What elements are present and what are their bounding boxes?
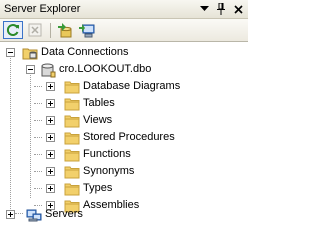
refresh-icon <box>7 24 19 36</box>
expand-types-toggle[interactable] <box>46 184 55 193</box>
tree-line <box>10 52 11 215</box>
tree-node-label: Tables <box>83 97 115 109</box>
tree-node-views[interactable]: Views <box>64 112 112 129</box>
collapse-data-connections-toggle[interactable] <box>6 48 15 57</box>
chevron-down-icon[interactable] <box>197 2 211 16</box>
expand-servers-toggle[interactable] <box>6 210 15 219</box>
tree-node-label: Stored Procedures <box>83 131 175 143</box>
tree-node-stored-procedures[interactable]: Stored Procedures <box>64 129 175 146</box>
tree-node-data-connections[interactable]: Data Connections <box>22 44 128 61</box>
servers-icon <box>26 209 42 221</box>
tree-node-types[interactable]: Types <box>64 180 112 197</box>
tree-line <box>34 171 42 172</box>
tree-node-connection[interactable]: cro.LOOKOUT.dbo <box>40 61 151 78</box>
tree-node-label: Functions <box>83 148 131 160</box>
title-bar: Server Explorer <box>0 0 248 19</box>
stop-refresh-button[interactable] <box>25 21 45 39</box>
tree-node-label: Synonyms <box>83 165 135 177</box>
folder-icon <box>64 132 80 144</box>
folder-icon <box>64 115 80 127</box>
expand-database-diagrams-toggle[interactable] <box>46 82 55 91</box>
tree-line <box>34 103 42 104</box>
connect-database-icon <box>58 23 72 38</box>
stop-icon <box>28 23 42 37</box>
expand-functions-toggle[interactable] <box>46 150 55 159</box>
tree-line <box>30 69 31 198</box>
data-connections-icon <box>22 48 38 59</box>
tree-node-synonyms[interactable]: Synonyms <box>64 163 134 180</box>
expand-synonyms-toggle[interactable] <box>46 167 55 176</box>
folder-icon <box>64 81 80 93</box>
window-title: Server Explorer <box>4 3 81 15</box>
tree-node-label: Assemblies <box>83 199 140 211</box>
connect-to-server-button[interactable] <box>77 21 97 39</box>
tree-node-label: Types <box>83 182 113 194</box>
tree-node-database-diagrams[interactable]: Database Diagrams <box>64 78 180 95</box>
refresh-button[interactable] <box>3 21 23 39</box>
database-connection-icon <box>41 63 56 77</box>
tree-node-servers[interactable]: Servers <box>26 206 83 223</box>
tree-line <box>34 137 42 138</box>
folder-icon <box>64 98 80 110</box>
connect-server-icon <box>79 24 95 38</box>
tree-node-label: Servers <box>45 208 83 220</box>
tree-node-label: Views <box>83 114 113 126</box>
server-explorer-window: Server Explorer Data Connections cro.LOO… <box>0 0 248 246</box>
pin-icon[interactable] <box>214 2 228 16</box>
tree-node-tables[interactable]: Tables <box>64 95 115 112</box>
tree-node-label: Database Diagrams <box>83 80 181 92</box>
tree-line <box>34 154 42 155</box>
folder-icon <box>64 183 80 195</box>
toolbar <box>0 19 248 42</box>
expand-stored-procedures-toggle[interactable] <box>46 133 55 142</box>
toolbar-separator <box>50 22 51 38</box>
tree-node-label: cro.LOOKOUT.dbo <box>59 63 152 75</box>
folder-icon <box>64 166 80 178</box>
tree-node-functions[interactable]: Functions <box>64 146 131 163</box>
server-explorer-tree: Data Connections cro.LOOKOUT.dbo Databas… <box>0 42 248 246</box>
folder-icon <box>64 149 80 161</box>
tree-line <box>34 120 42 121</box>
expand-views-toggle[interactable] <box>46 116 55 125</box>
tree-line <box>34 188 42 189</box>
connect-to-database-button[interactable] <box>55 21 75 39</box>
tree-line <box>34 86 42 87</box>
tree-line <box>15 213 23 214</box>
close-icon[interactable] <box>231 2 245 16</box>
expand-tables-toggle[interactable] <box>46 99 55 108</box>
collapse-connection-toggle[interactable] <box>26 65 35 74</box>
tree-node-label: Data Connections <box>41 46 129 58</box>
